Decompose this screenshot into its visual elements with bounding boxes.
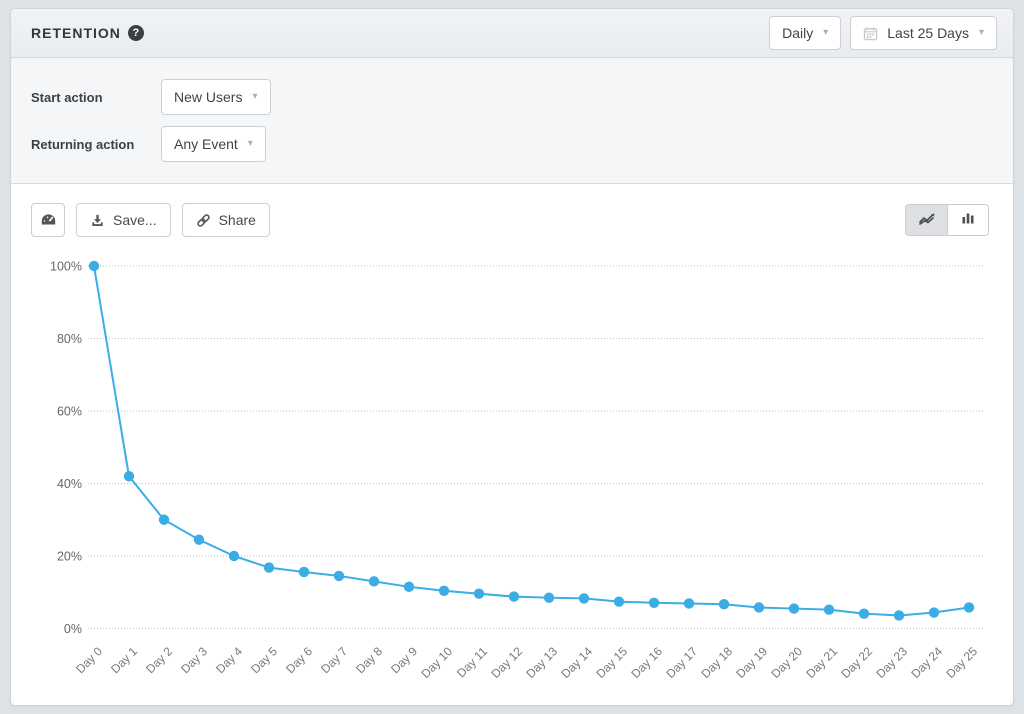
data-point[interactable] bbox=[124, 471, 134, 481]
x-axis-label: Day 19 bbox=[733, 644, 770, 681]
chart-type-toggle bbox=[905, 204, 989, 236]
x-axis-label: Day 16 bbox=[628, 644, 665, 681]
data-point[interactable] bbox=[159, 515, 169, 525]
bar-chart-icon bbox=[960, 210, 976, 231]
chevron-down-icon: ▾ bbox=[979, 28, 984, 38]
x-axis-label: Day 24 bbox=[908, 644, 945, 681]
y-axis-label: 40% bbox=[57, 477, 82, 491]
download-icon bbox=[90, 213, 105, 228]
dashboard-gauge-icon bbox=[40, 212, 57, 229]
x-axis-label: Day 17 bbox=[663, 644, 700, 681]
x-axis-label: Day 15 bbox=[593, 644, 630, 681]
x-axis-label: Day 13 bbox=[523, 644, 560, 681]
retention-line-chart: 0%20%40%60%80%100%Day 0Day 1Day 2Day 3Da… bbox=[11, 248, 1013, 700]
x-axis-label: Day 20 bbox=[768, 644, 805, 681]
returning-action-label: Returning action bbox=[31, 137, 161, 152]
data-point[interactable] bbox=[194, 534, 204, 544]
y-axis-label: 20% bbox=[57, 550, 82, 564]
filter-section: Start action New Users ▾ Returning actio… bbox=[11, 58, 1013, 184]
data-point[interactable] bbox=[404, 582, 414, 592]
link-icon bbox=[196, 213, 211, 228]
x-axis-label: Day 14 bbox=[558, 644, 595, 681]
x-axis-label: Day 5 bbox=[248, 644, 280, 676]
share-button[interactable]: Share bbox=[182, 203, 270, 237]
x-axis-label: Day 4 bbox=[213, 644, 245, 676]
date-range-dropdown[interactable]: Last 25 Days ▾ bbox=[850, 16, 997, 50]
share-button-label: Share bbox=[219, 212, 256, 228]
data-point[interactable] bbox=[649, 598, 659, 608]
data-point[interactable] bbox=[299, 567, 309, 577]
data-point[interactable] bbox=[89, 261, 99, 271]
x-axis-label: Day 1 bbox=[108, 644, 140, 676]
line-chart-toggle[interactable] bbox=[906, 205, 947, 235]
data-point[interactable] bbox=[894, 610, 904, 620]
data-point[interactable] bbox=[369, 576, 379, 586]
bar-chart-toggle[interactable] bbox=[947, 205, 988, 235]
chevron-down-icon: ▾ bbox=[248, 139, 253, 149]
data-point[interactable] bbox=[754, 602, 764, 612]
x-axis-label: Day 11 bbox=[454, 644, 490, 680]
x-axis-label: Day 21 bbox=[803, 644, 840, 681]
data-point[interactable] bbox=[684, 598, 694, 608]
x-axis-label: Day 23 bbox=[873, 644, 910, 681]
x-axis-label: Day 9 bbox=[388, 644, 420, 676]
y-axis-label: 60% bbox=[57, 405, 82, 419]
x-axis-label: Day 3 bbox=[178, 644, 210, 676]
data-point[interactable] bbox=[964, 602, 974, 612]
returning-action-value: Any Event bbox=[174, 136, 238, 152]
data-point[interactable] bbox=[439, 586, 449, 596]
start-action-row: Start action New Users ▾ bbox=[31, 79, 993, 115]
chart-toolbar: Save... Share bbox=[11, 203, 1013, 237]
start-action-value: New Users bbox=[174, 89, 242, 105]
save-button[interactable]: Save... bbox=[76, 203, 171, 237]
x-axis-label: Day 8 bbox=[353, 644, 385, 676]
save-button-label: Save... bbox=[113, 212, 157, 228]
x-axis-label: Day 7 bbox=[318, 644, 350, 676]
x-axis-label: Day 18 bbox=[698, 644, 735, 681]
line-chart-icon bbox=[918, 210, 936, 231]
x-axis-label: Day 6 bbox=[283, 644, 315, 676]
data-point[interactable] bbox=[544, 592, 554, 602]
x-axis-label: Day 25 bbox=[943, 644, 980, 681]
returning-action-row: Returning action Any Event ▾ bbox=[31, 126, 993, 162]
panel-header: RETENTION ? Daily ▾ Last 25 bbox=[11, 9, 1013, 58]
chevron-down-icon: ▾ bbox=[252, 92, 257, 102]
data-point[interactable] bbox=[579, 593, 589, 603]
start-action-dropdown[interactable]: New Users ▾ bbox=[161, 79, 271, 115]
retention-panel: RETENTION ? Daily ▾ Last 25 bbox=[10, 8, 1014, 706]
x-axis-label: Day 10 bbox=[418, 644, 455, 681]
interval-dropdown-value: Daily bbox=[782, 25, 813, 41]
help-icon[interactable]: ? bbox=[128, 25, 144, 41]
x-axis-label: Day 0 bbox=[73, 644, 105, 676]
x-axis-label: Day 2 bbox=[143, 644, 175, 676]
data-point[interactable] bbox=[859, 608, 869, 618]
data-point[interactable] bbox=[929, 607, 939, 617]
x-axis-label: Day 12 bbox=[488, 644, 525, 681]
returning-action-dropdown[interactable]: Any Event ▾ bbox=[161, 126, 266, 162]
chevron-down-icon: ▾ bbox=[823, 28, 828, 38]
page-title: RETENTION bbox=[31, 25, 121, 41]
data-point[interactable] bbox=[824, 604, 834, 614]
data-point[interactable] bbox=[334, 571, 344, 581]
data-point[interactable] bbox=[509, 591, 519, 601]
interval-dropdown[interactable]: Daily ▾ bbox=[769, 16, 841, 50]
y-axis-label: 80% bbox=[57, 332, 82, 346]
calendar-icon bbox=[863, 26, 878, 41]
data-point[interactable] bbox=[229, 551, 239, 561]
add-to-dashboard-button[interactable] bbox=[31, 203, 65, 237]
chart-section: Save... Share bbox=[11, 184, 1013, 700]
retention-series-line bbox=[94, 266, 969, 615]
data-point[interactable] bbox=[789, 603, 799, 613]
y-axis-label: 100% bbox=[50, 260, 82, 274]
x-axis-label: Day 22 bbox=[838, 644, 875, 681]
date-range-dropdown-value: Last 25 Days bbox=[887, 25, 969, 41]
data-point[interactable] bbox=[474, 589, 484, 599]
data-point[interactable] bbox=[719, 599, 729, 609]
y-axis-label: 0% bbox=[64, 622, 82, 636]
data-point[interactable] bbox=[614, 596, 624, 606]
data-point[interactable] bbox=[264, 562, 274, 572]
start-action-label: Start action bbox=[31, 90, 161, 105]
